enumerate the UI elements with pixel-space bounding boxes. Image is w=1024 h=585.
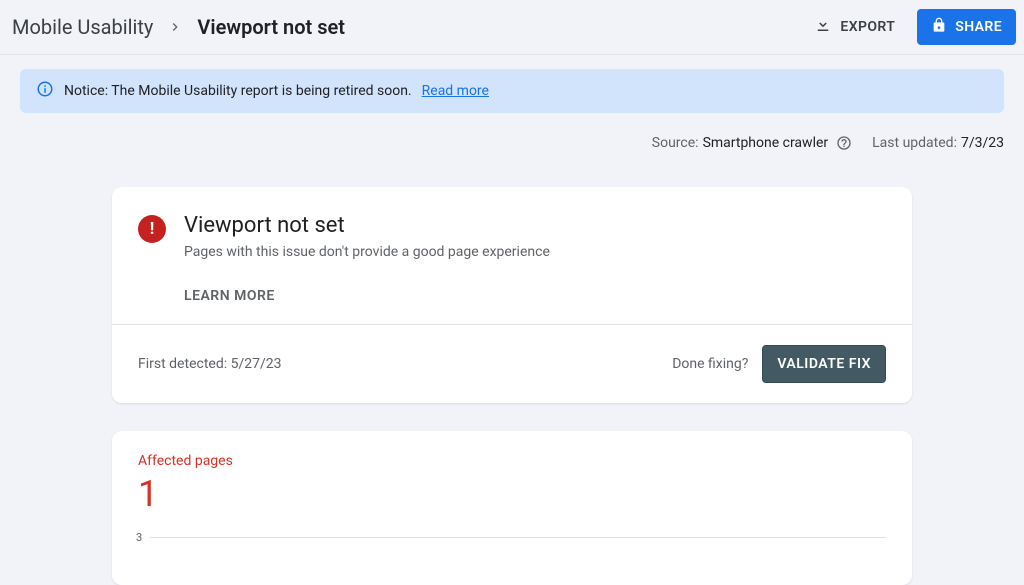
source-meta: Source: Smartphone crawler [652, 135, 852, 151]
help-icon[interactable] [836, 135, 852, 151]
updated-value: 7/3/23 [961, 135, 1004, 151]
error-icon: ! [138, 215, 166, 243]
notice-text: Notice: The Mobile Usability report is b… [64, 83, 412, 99]
main-cards: ! Viewport not set Pages with this issue… [20, 187, 1004, 585]
export-label: EXPORT [840, 19, 895, 35]
info-icon [36, 80, 54, 102]
issue-card-top: ! Viewport not set Pages with this issue… [112, 187, 912, 324]
share-label: SHARE [955, 19, 1002, 35]
lock-icon [931, 17, 947, 37]
content-area: Notice: The Mobile Usability report is b… [0, 55, 1024, 585]
issue-card-bottom: First detected: 5/27/23 Done fixing? VAL… [112, 324, 912, 403]
export-button[interactable]: EXPORT [802, 8, 907, 46]
notice-read-more-link[interactable]: Read more [422, 83, 489, 99]
issue-title: Viewport not set [184, 213, 886, 238]
affected-pages-chart: 3 [138, 537, 886, 577]
affected-pages-label: Affected pages [138, 453, 886, 469]
updated-meta: Last updated: 7/3/23 [872, 135, 1004, 151]
chevron-right-icon [167, 19, 183, 35]
done-fixing-label: Done fixing? [672, 356, 748, 372]
first-detected-value: 5/27/23 [231, 356, 282, 372]
fix-group: Done fixing? VALIDATE FIX [672, 345, 886, 383]
download-icon [814, 16, 832, 38]
validate-fix-button[interactable]: VALIDATE FIX [762, 345, 886, 383]
retirement-notice: Notice: The Mobile Usability report is b… [20, 69, 1004, 113]
affected-pages-card: Affected pages 1 3 [112, 431, 912, 585]
source-label: Source: [652, 135, 699, 151]
first-detected-label: First detected: [138, 356, 231, 372]
page-header: Mobile Usability Viewport not set EXPORT… [0, 0, 1024, 55]
affected-pages-count: 1 [138, 473, 886, 515]
share-button[interactable]: SHARE [917, 9, 1016, 45]
issue-card: ! Viewport not set Pages with this issue… [112, 187, 912, 403]
source-value: Smartphone crawler [703, 135, 829, 151]
updated-label: Last updated: [872, 135, 957, 151]
breadcrumb-current: Viewport not set [197, 15, 345, 39]
learn-more-button[interactable]: LEARN MORE [184, 288, 275, 304]
breadcrumb-parent[interactable]: Mobile Usability [12, 15, 153, 39]
first-detected: First detected: 5/27/23 [138, 356, 282, 372]
meta-row: Source: Smartphone crawler Last updated:… [20, 135, 1004, 151]
chart-gridline [150, 537, 886, 538]
issue-headings: Viewport not set Pages with this issue d… [184, 213, 886, 304]
issue-subtitle: Pages with this issue don't provide a go… [184, 244, 886, 260]
breadcrumb: Mobile Usability Viewport not set [12, 15, 345, 39]
header-actions: EXPORT SHARE [802, 8, 1016, 46]
chart-y-tick: 3 [136, 531, 142, 544]
